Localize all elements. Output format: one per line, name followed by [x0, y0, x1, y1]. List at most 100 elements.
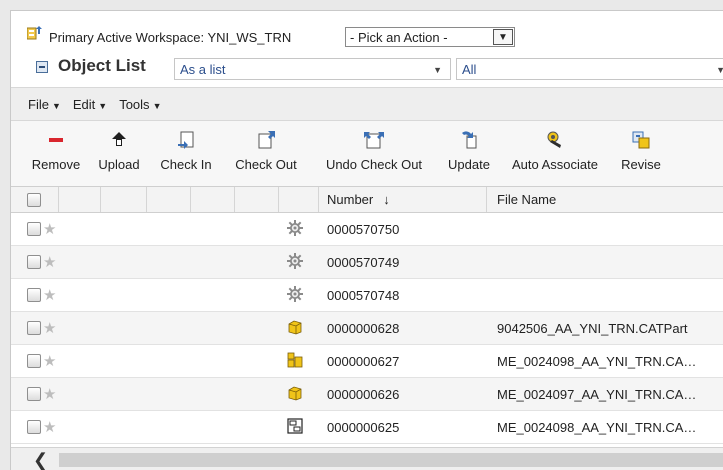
chevron-down-icon: ▼: [716, 65, 723, 75]
header-col-6: [235, 187, 279, 212]
revise-button[interactable]: Revise: [613, 129, 669, 181]
undo-check-out-button[interactable]: Undo Check Out: [311, 129, 437, 181]
scroll-left-icon[interactable]: ❮: [33, 450, 48, 470]
select-all-checkbox[interactable]: [27, 192, 41, 207]
star-icon[interactable]: ★: [43, 220, 56, 238]
row-file-name[interactable]: ME_0024098_AA_YNI_TRN.CA…: [497, 354, 696, 369]
row-type-cell: [287, 246, 311, 278]
table-row[interactable]: ★ 0000570749: [11, 246, 723, 279]
row-file-name-cell: [497, 213, 723, 245]
remove-button[interactable]: Remove: [25, 129, 87, 181]
star-icon[interactable]: ★: [43, 418, 56, 436]
star-icon[interactable]: ★: [43, 319, 56, 337]
menu-file[interactable]: File ▼: [28, 97, 61, 112]
row-checkbox-cell: [11, 246, 41, 278]
row-checkbox-cell: [11, 312, 41, 344]
table-row[interactable]: ★ 0000570750: [11, 213, 723, 246]
header-number[interactable]: Number ↓: [319, 187, 487, 212]
gear-icon: [287, 252, 303, 272]
upload-button[interactable]: Upload: [91, 129, 147, 181]
table-row[interactable]: ★ 0000000626 ME_0024097_AA_YNI_TRN.CA…: [11, 378, 723, 411]
row-number-cell: 0000000625: [327, 411, 487, 443]
row-number-cell: 0000000627: [327, 345, 487, 377]
row-number[interactable]: 0000570749: [327, 255, 399, 270]
row-file-name[interactable]: ME_0024097_AA_YNI_TRN.CA…: [497, 387, 696, 402]
part-icon: [287, 319, 303, 338]
row-type-cell: [287, 213, 311, 245]
gear-icon: [287, 219, 303, 239]
check-out-icon: [255, 129, 277, 151]
row-checkbox[interactable]: [27, 288, 41, 302]
row-favorite-cell: ★: [43, 345, 63, 377]
star-icon[interactable]: ★: [43, 286, 56, 304]
star-icon[interactable]: ★: [43, 253, 56, 271]
row-number[interactable]: 0000000626: [327, 387, 399, 402]
row-file-name[interactable]: 9042506_AA_YNI_TRN.CATPart: [497, 321, 688, 336]
action-select-value: - Pick an Action -: [350, 29, 448, 45]
star-icon[interactable]: ★: [43, 352, 56, 370]
table-header-row: Number ↓ File Name: [11, 187, 723, 213]
table-row[interactable]: ★ 0000000628 9042506_AA_YNI_TRN.CATPart: [11, 312, 723, 345]
header-col-3: [101, 187, 147, 212]
chevron-down-icon[interactable]: ▼: [493, 29, 513, 45]
workspace-label: Primary Active Workspace: YNI_WS_TRN: [49, 30, 292, 45]
row-checkbox[interactable]: [27, 420, 41, 434]
row-type-cell: [287, 345, 311, 377]
auto-associate-button[interactable]: Auto Associate: [501, 129, 609, 181]
check-out-button[interactable]: Check Out: [225, 129, 307, 181]
object-list-title: Object List: [58, 56, 146, 75]
row-favorite-cell: ★: [43, 213, 63, 245]
table-row[interactable]: ★ 0000570748: [11, 279, 723, 312]
chevron-down-icon: ▼: [433, 65, 442, 75]
row-type-cell: [287, 279, 311, 311]
gear-icon: [287, 285, 303, 305]
row-number-cell: 0000570749: [327, 246, 487, 278]
row-checkbox[interactable]: [27, 255, 41, 269]
row-number[interactable]: 0000000628: [327, 321, 399, 336]
menu-tools[interactable]: Tools ▼: [119, 97, 161, 112]
star-icon[interactable]: ★: [43, 385, 56, 403]
row-checkbox[interactable]: [27, 222, 41, 236]
row-file-name[interactable]: ME_0024098_AA_YNI_TRN.CA…: [497, 420, 696, 435]
object-list-header: Object List As a list ▼ All ▼: [11, 51, 723, 81]
row-number[interactable]: 0000570750: [327, 222, 399, 237]
check-in-button[interactable]: Check In: [151, 129, 221, 181]
row-number-cell: 0000000626: [327, 378, 487, 410]
row-number[interactable]: 0000000627: [327, 354, 399, 369]
action-toolbar: Remove Upload Check In Check Out Undo Ch…: [11, 121, 723, 187]
workspace-bar: Primary Active Workspace: YNI_WS_TRN - P…: [11, 11, 723, 51]
menu-bar: File ▼ Edit ▼ Tools ▼: [11, 87, 723, 121]
row-file-name-cell: [497, 246, 723, 278]
caret-down-icon: ▼: [51, 100, 61, 111]
header-file-name[interactable]: File Name: [487, 187, 723, 212]
sort-descending-icon: ↓: [383, 192, 390, 207]
row-file-name-cell: 9042506_AA_YNI_TRN.CATPart: [497, 312, 723, 344]
action-select[interactable]: - Pick an Action - ▼: [345, 27, 515, 47]
window-frame: Primary Active Workspace: YNI_WS_TRN - P…: [0, 0, 723, 470]
menu-edit[interactable]: Edit ▼: [73, 97, 107, 112]
caret-down-icon: ▼: [152, 100, 162, 111]
row-number[interactable]: 0000570748: [327, 288, 399, 303]
row-checkbox-cell: [11, 411, 41, 443]
view-select[interactable]: As a list ▼: [174, 58, 451, 80]
filter-select-value: All: [462, 62, 477, 77]
row-type-cell: [287, 378, 311, 410]
caret-down-icon: ▼: [98, 100, 108, 111]
row-checkbox[interactable]: [27, 387, 41, 401]
table-row[interactable]: ★ 0000000627 ME_0024098_AA_YNI_TRN.CA…: [11, 345, 723, 378]
update-button[interactable]: Update: [441, 129, 497, 181]
filter-select[interactable]: All ▼: [456, 58, 723, 80]
header-col-type: [279, 187, 319, 212]
collapse-icon[interactable]: [36, 61, 48, 73]
table-row[interactable]: ★ 0000000625 ME_0024098_AA_YNI_TRN.CA…: [11, 411, 723, 444]
scrollbar-thumb[interactable]: [59, 453, 723, 467]
row-checkbox-cell: [11, 345, 41, 377]
select-all-cell: [11, 187, 59, 212]
row-favorite-cell: ★: [43, 312, 63, 344]
row-number[interactable]: 0000000625: [327, 420, 399, 435]
header-col-2: [59, 187, 101, 212]
horizontal-scrollbar[interactable]: ❮: [11, 447, 723, 470]
row-checkbox[interactable]: [27, 354, 41, 368]
row-checkbox[interactable]: [27, 321, 41, 335]
row-favorite-cell: ★: [43, 279, 63, 311]
